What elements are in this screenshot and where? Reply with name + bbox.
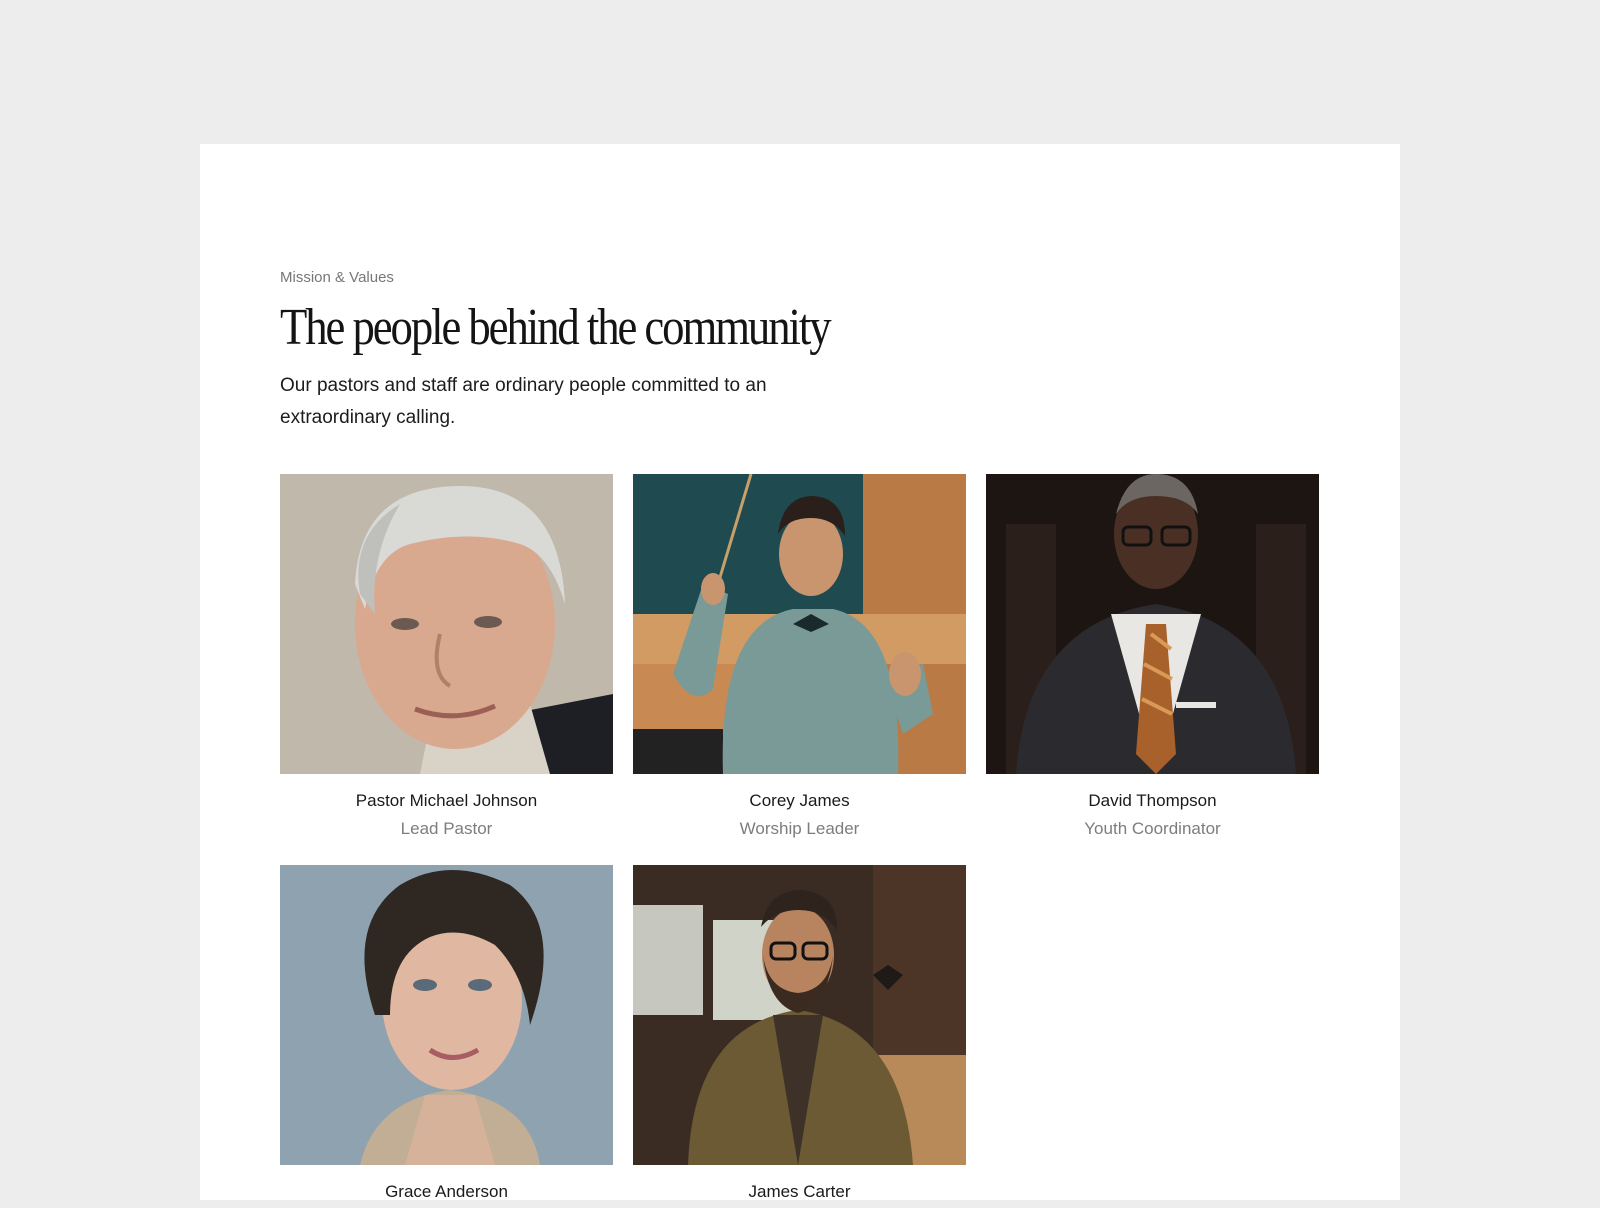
team-grid: Pastor Michael Johnson Lead Pastor Corey… <box>280 474 1320 1208</box>
portrait-photo-icon <box>280 865 613 1165</box>
member-photo <box>280 865 613 1165</box>
portrait-photo-icon <box>986 474 1319 774</box>
member-name: Grace Anderson <box>385 1182 508 1201</box>
member-name: David Thompson <box>1088 791 1217 810</box>
member-photo <box>633 865 966 1165</box>
team-member-card: David Thompson Youth Coordinator <box>986 474 1319 841</box>
member-photo <box>633 474 966 774</box>
member-role: Youth Coordinator <box>1084 819 1221 838</box>
section-title: The people behind the community <box>280 299 832 356</box>
section-eyebrow: Mission & Values <box>280 269 394 286</box>
member-name: James Carter <box>748 1182 851 1201</box>
portrait-photo-icon <box>280 474 613 774</box>
member-name: Pastor Michael Johnson <box>355 791 538 810</box>
team-member-card: Grace Anderson <box>280 865 613 1208</box>
team-section: Mission & Values The people behind the c… <box>280 268 1320 1208</box>
team-member-card: James Carter <box>633 865 966 1208</box>
team-member-card: Corey James Worship Leader <box>633 474 966 841</box>
member-role: Worship Leader <box>739 819 860 838</box>
member-name: Corey James <box>749 791 850 810</box>
member-role: Lead Pastor <box>400 819 493 838</box>
section-description: Our pastors and staff are ordinary peopl… <box>280 375 767 428</box>
portrait-photo-icon <box>633 474 966 774</box>
member-photo <box>986 474 1319 774</box>
page-card: Mission & Values The people behind the c… <box>200 144 1400 1201</box>
portrait-photo-icon <box>633 865 966 1165</box>
team-member-card: Pastor Michael Johnson Lead Pastor <box>280 474 613 841</box>
member-photo <box>280 474 613 774</box>
